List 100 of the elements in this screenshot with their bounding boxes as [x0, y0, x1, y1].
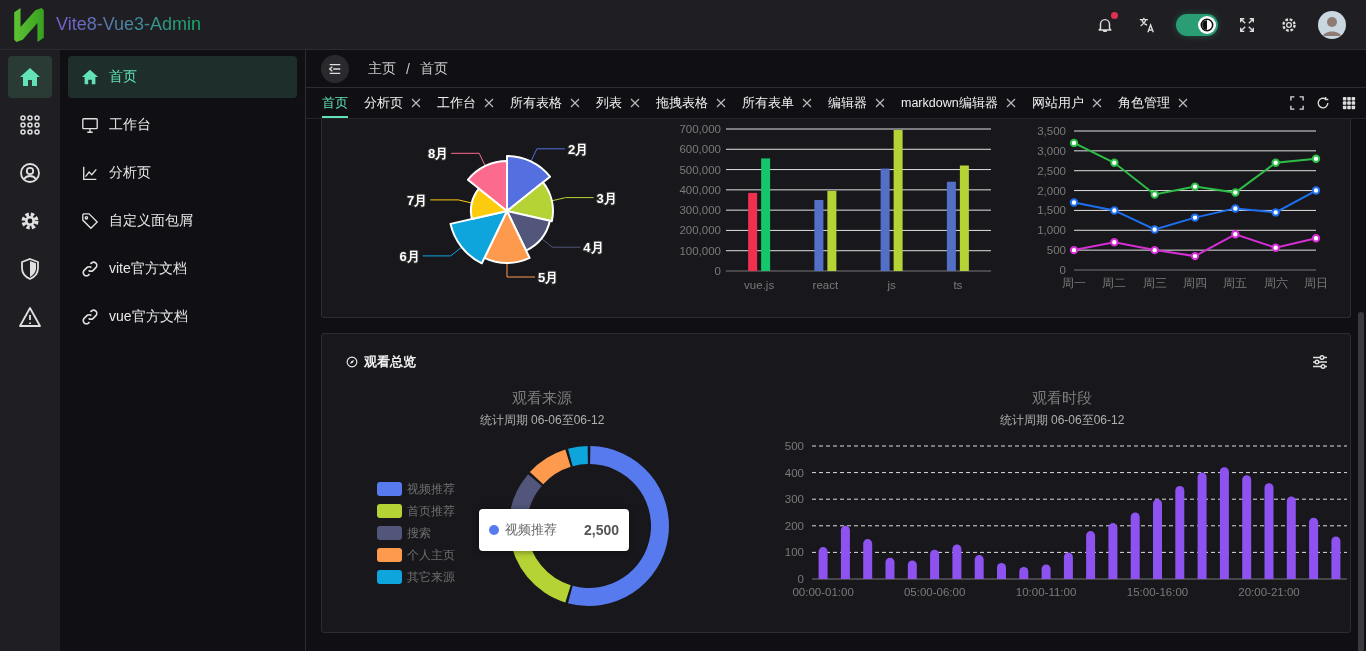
petal-label: 4月 [583, 240, 604, 256]
tab[interactable]: 分析页 [364, 88, 403, 118]
sidebar-item[interactable]: 自定义面包屑 [68, 200, 297, 242]
compass-icon [346, 356, 358, 368]
point [1109, 206, 1119, 215]
legend-swatch[interactable] [377, 548, 402, 562]
legend-swatch[interactable] [377, 482, 402, 496]
avatar[interactable] [1318, 10, 1346, 39]
point [1109, 238, 1119, 247]
legend-swatch[interactable] [377, 526, 402, 540]
point [1230, 230, 1240, 239]
leader-line [530, 148, 566, 162]
tab[interactable]: 拖拽表格 [656, 88, 708, 118]
bar [1153, 499, 1162, 579]
y-tick-label: 2,500 [1036, 164, 1066, 177]
petal-label: 3月 [596, 190, 617, 206]
tab[interactable]: 列表 [596, 88, 622, 118]
close-icon[interactable] [1091, 98, 1102, 108]
point [1190, 251, 1199, 261]
close-icon[interactable] [630, 98, 640, 108]
x-tick-label: vue.js [744, 279, 775, 291]
point [1069, 198, 1078, 207]
theme-switch[interactable] [1176, 13, 1218, 36]
bar [748, 192, 758, 271]
sidebar-item[interactable]: 首页 [68, 56, 297, 98]
bar-chart: 0 100 200 300 400 500 00:00-01:00 05:00-06:00 10:00-11:00 15:00-16:00 20:00-21:00 [762, 436, 1362, 626]
bar [827, 190, 837, 271]
bar [1242, 475, 1252, 579]
leader-line [422, 246, 463, 257]
y-tick-label: 3,500 [1036, 125, 1066, 137]
y-tick-label: 500 [1046, 244, 1066, 257]
leader-line [429, 199, 473, 204]
close-icon[interactable] [1177, 98, 1188, 108]
bar [1264, 483, 1274, 579]
x-tick-label: 10:00-11:00 [1015, 586, 1077, 598]
close-icon[interactable] [411, 98, 421, 108]
bar [1130, 512, 1140, 579]
x-tick-label: react [812, 279, 840, 291]
tab[interactable]: 编辑器 [828, 88, 867, 118]
y-tick-label: 500 [784, 440, 804, 452]
bar [960, 165, 970, 271]
legend-swatch[interactable] [377, 570, 402, 584]
grid-icon[interactable] [1342, 96, 1356, 110]
home-icon [81, 68, 99, 86]
sidebar-item[interactable]: 分析页 [68, 152, 297, 194]
sidebar-item[interactable]: 工作台 [68, 104, 297, 146]
close-icon[interactable] [484, 98, 494, 108]
leader-line [506, 262, 536, 278]
legend-swatch[interactable] [377, 504, 402, 518]
sidebar-item[interactable]: vue官方文档 [68, 296, 297, 338]
bar [974, 555, 984, 579]
point [1271, 158, 1280, 167]
chart-subtitle: 统计周期 06-06至06-12 [479, 412, 605, 428]
logo-icon [12, 5, 46, 44]
tab[interactable]: 网站用户 [1031, 88, 1084, 118]
tab[interactable]: markdown编辑器 [901, 88, 998, 118]
y-tick-label: 400,000 [679, 183, 722, 196]
legend-label[interactable]: 首页推荐 [407, 504, 455, 518]
bar [761, 158, 771, 271]
tab[interactable]: 所有表格 [510, 88, 562, 118]
petal-label: 7月 [407, 192, 428, 208]
legend-label[interactable]: 视频推荐 [407, 482, 455, 496]
breadcrumb-link[interactable]: 首页 [419, 59, 448, 78]
refresh-icon[interactable] [1316, 96, 1330, 110]
tab[interactable]: 角色管理 [1117, 88, 1170, 118]
collapse-menu-icon[interactable] [321, 54, 349, 83]
bar [1197, 472, 1207, 579]
y-tick-label: 100 [784, 546, 804, 559]
bar [930, 549, 940, 579]
home-icon[interactable] [8, 56, 52, 98]
y-tick-label: 0 [797, 573, 804, 585]
bar [881, 168, 891, 271]
y-tick-label: 600,000 [679, 143, 722, 156]
y-tick-label: 3,000 [1036, 144, 1066, 157]
sidebar-item[interactable]: vite官方文档 [68, 248, 297, 290]
bar [1086, 531, 1096, 579]
legend-label[interactable]: 其它来源 [407, 570, 455, 584]
breadcrumb-link[interactable]: 主页 [368, 59, 396, 78]
scrollbar-thumb[interactable] [1358, 312, 1364, 651]
x-tick-label: 05:00-06:00 [903, 586, 966, 598]
close-icon[interactable] [875, 98, 885, 108]
close-icon[interactable] [802, 98, 812, 108]
close-icon[interactable] [716, 98, 726, 108]
tab[interactable]: 所有表单 [742, 88, 794, 118]
bar [1175, 485, 1185, 579]
monitor-icon [81, 116, 99, 134]
tab[interactable]: 工作台 [437, 88, 476, 118]
breadcrumb-separator: / [406, 60, 410, 77]
close-icon[interactable] [1005, 98, 1016, 108]
leader-line [551, 197, 594, 202]
point [1190, 182, 1199, 191]
x-tick-label: 周二 [1102, 277, 1127, 289]
legend-label[interactable]: 个人主页 [407, 548, 455, 562]
point [1150, 225, 1159, 234]
x-tick-label: 周五 [1223, 277, 1248, 289]
fullscreen-icon[interactable] [1290, 96, 1304, 110]
close-icon[interactable] [570, 98, 580, 108]
sliders-icon[interactable] [1312, 354, 1328, 370]
legend-label[interactable]: 搜索 [407, 526, 431, 540]
y-tick-label: 1,500 [1036, 204, 1066, 217]
